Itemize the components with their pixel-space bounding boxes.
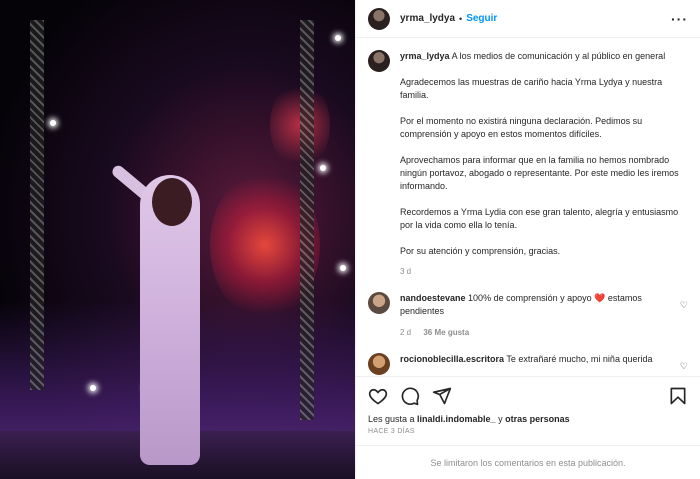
stage-light bbox=[335, 35, 341, 41]
comment: nandoestevane 100% de comprensión y apoy… bbox=[368, 292, 688, 339]
post-caption: yrma_lydya A los medios de comunicación … bbox=[368, 50, 688, 278]
comment-body: nandoestevane 100% de comprensión y apoy… bbox=[400, 292, 688, 339]
stage-light bbox=[50, 120, 56, 126]
likes-connector: y bbox=[495, 414, 506, 424]
comments-limited-notice: Se limitaron los comentarios en esta pub… bbox=[356, 445, 700, 479]
caption-paragraph: yrma_lydya A los medios de comunicación … bbox=[400, 50, 688, 63]
avatar[interactable] bbox=[368, 353, 390, 375]
action-bar bbox=[356, 376, 700, 414]
caption-paragraph: Agradecemos las muestras de cariño hacia… bbox=[400, 77, 663, 100]
avatar[interactable] bbox=[368, 292, 390, 314]
share-icon[interactable] bbox=[432, 386, 452, 406]
comment-username[interactable]: nandoestevane bbox=[400, 293, 466, 303]
header-username[interactable]: yrma_lydya bbox=[400, 13, 455, 24]
stage-light bbox=[340, 265, 346, 271]
caption-paragraph: Por el momento no existirá ninguna decla… bbox=[400, 116, 643, 139]
stage-truss-right bbox=[300, 20, 314, 420]
post-photo[interactable] bbox=[0, 0, 355, 479]
avatar[interactable] bbox=[368, 7, 390, 30]
comment: rocionoblecilla.escritora Te extrañaré m… bbox=[368, 353, 688, 375]
post-date[interactable]: HACE 3 DÍAS bbox=[356, 424, 700, 435]
likes-summary: Les gusta a linaldi.indomable_ y otras p… bbox=[356, 414, 700, 424]
caption-paragraph: Por su atención y comprensión, gracias. bbox=[400, 246, 561, 256]
caption-paragraph: Recordemos a Yrma Lydia con ese gran tal… bbox=[400, 207, 679, 230]
post-header: yrma_lydya • Seguir ··· bbox=[356, 0, 700, 38]
caption-body: yrma_lydya A los medios de comunicación … bbox=[400, 50, 688, 278]
stage-truss-left bbox=[30, 20, 44, 390]
comment-body: rocionoblecilla.escritora Te extrañaré m… bbox=[400, 353, 670, 375]
caption-text: A los medios de comunicación y al públic… bbox=[451, 51, 666, 61]
avatar[interactable] bbox=[368, 50, 390, 72]
instagram-post: yrma_lydya • Seguir ··· yrma_lydya A los… bbox=[0, 0, 700, 479]
comments-area[interactable]: yrma_lydya A los medios de comunicación … bbox=[356, 38, 700, 376]
caption-paragraph: Aprovechamos para informar que en la fam… bbox=[400, 155, 679, 191]
comment-meta: 2 d 36 Me gusta bbox=[400, 326, 670, 339]
comment-like-heart-icon[interactable]: ♡ bbox=[680, 361, 688, 372]
comment-time: 2 d bbox=[400, 328, 412, 337]
comment-likes[interactable]: 36 Me gusta bbox=[423, 328, 469, 337]
separator-dot: • bbox=[459, 13, 463, 24]
likes-user-link[interactable]: linaldi.indomable_ bbox=[417, 414, 496, 424]
stage-light bbox=[320, 165, 326, 171]
bookmark-icon[interactable] bbox=[668, 386, 688, 406]
caption-username[interactable]: yrma_lydya bbox=[400, 51, 450, 61]
comment-icon[interactable] bbox=[400, 386, 420, 406]
comment-username[interactable]: rocionoblecilla.escritora bbox=[400, 354, 504, 364]
singer-head bbox=[152, 178, 192, 226]
likes-others-link[interactable]: otras personas bbox=[505, 414, 570, 424]
caption-time: 3 d bbox=[400, 267, 412, 276]
post-side-panel: yrma_lydya • Seguir ··· yrma_lydya A los… bbox=[355, 0, 700, 479]
comment-like-heart-icon[interactable]: ♡ bbox=[680, 300, 688, 311]
stage-light bbox=[90, 385, 96, 391]
more-options-icon[interactable]: ··· bbox=[671, 11, 688, 27]
heart-icon[interactable] bbox=[368, 386, 388, 406]
follow-button[interactable]: Seguir bbox=[466, 13, 497, 24]
comment-text: Te extrañaré mucho, mi niña querida bbox=[506, 354, 653, 364]
likes-prefix: Les gusta a bbox=[368, 414, 418, 424]
